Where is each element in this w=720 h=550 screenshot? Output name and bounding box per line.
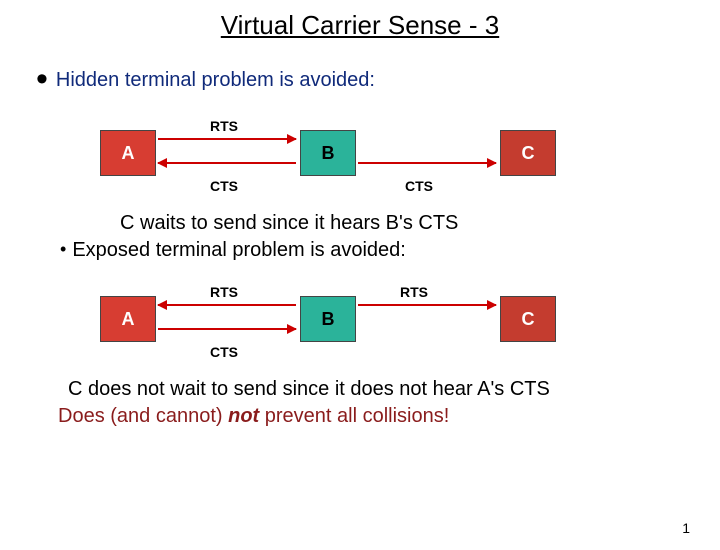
node-c: C: [500, 130, 556, 176]
conclusion: Does (and cannot) not prevent all collis…: [58, 405, 720, 428]
label-rts-left: RTS: [210, 284, 238, 300]
arrow-rts-ba: [158, 304, 296, 306]
label-rts-right: RTS: [400, 284, 428, 300]
arrow-cts-bc: [358, 162, 496, 164]
bullet-dot: •: [60, 239, 66, 260]
bullet-exposed-terminal: • Exposed terminal problem is avoided:: [60, 239, 720, 262]
diagram-exposed-terminal: A B C RTS RTS CTS: [100, 266, 720, 376]
bullet-text: Hidden terminal problem is avoided:: [56, 69, 375, 92]
label-rts: RTS: [210, 118, 238, 134]
caption-hidden: C waits to send since it hears B's CTS: [120, 212, 720, 235]
diagram-hidden-terminal: A B C RTS CTS CTS: [100, 100, 720, 210]
arrow-rts-ab: [158, 138, 296, 140]
label-cts: CTS: [210, 344, 238, 360]
node-b: B: [300, 130, 356, 176]
arrow-rts-bc: [358, 304, 496, 306]
node-c: C: [500, 296, 556, 342]
slide-title: Virtual Carrier Sense - 3: [0, 10, 720, 41]
bullet-hidden-terminal: • Hidden terminal problem is avoided:: [36, 69, 720, 92]
label-cts-left: CTS: [210, 178, 238, 194]
arrow-cts-ba: [158, 162, 296, 164]
conclusion-post: prevent all collisions!: [259, 405, 449, 427]
conclusion-em: not: [228, 405, 259, 427]
node-b: B: [300, 296, 356, 342]
page-number: 1: [682, 520, 690, 536]
node-a: A: [100, 130, 156, 176]
conclusion-pre: Does (and cannot): [58, 405, 228, 427]
bullet-text: Exposed terminal problem is avoided:: [72, 239, 406, 262]
bullet-dot: •: [36, 69, 48, 89]
arrow-cts-ab: [158, 328, 296, 330]
node-a: A: [100, 296, 156, 342]
caption-exposed: C does not wait to send since it does no…: [68, 378, 720, 401]
label-cts-right: CTS: [405, 178, 433, 194]
